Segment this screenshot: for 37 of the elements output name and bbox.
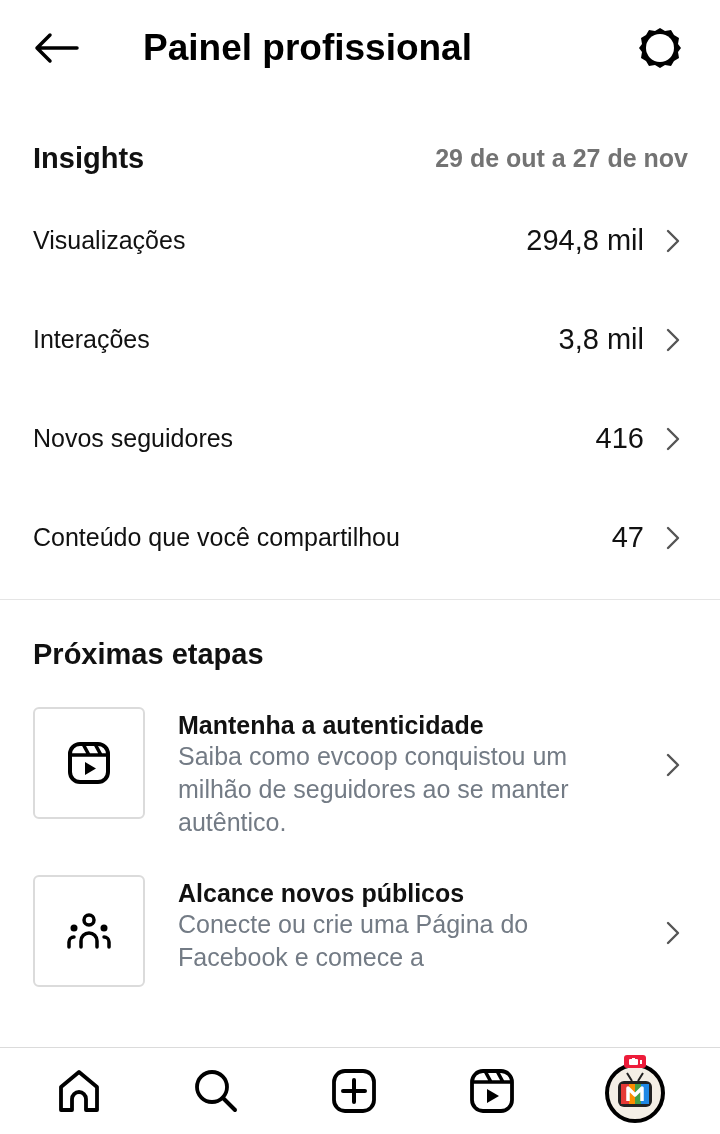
people-icon	[67, 911, 111, 951]
insight-label: Novos seguidores	[33, 424, 235, 453]
insight-value: 47	[611, 521, 644, 554]
step-card[interactable]: Alcance novos públicos Conecte ou crie uma Página do Facebook e comece a	[0, 875, 720, 987]
section-title: Próximas etapas	[32, 637, 265, 672]
nav-tab[interactable]	[467, 1067, 516, 1115]
reels-icon	[67, 741, 111, 785]
insight-row[interactable]: Conteúdo que você compartilhou 47	[0, 488, 720, 587]
nav-tab[interactable]	[330, 1067, 378, 1115]
insight-row[interactable]: Novos seguidores 416	[0, 389, 720, 488]
insight-label: Conteúdo que você compartilhou	[33, 523, 401, 552]
chevron-right-icon	[666, 327, 680, 352]
card-description: Conecte ou crie uma Página do Facebook e comece a	[178, 909, 530, 973]
insight-value: 294,8 mil	[526, 224, 644, 257]
profile-avatar	[605, 1063, 666, 1123]
insight-row[interactable]: Visualizações 294,8 mil	[0, 191, 720, 290]
insight-row[interactable]: Interações 3,8 mil	[0, 290, 720, 389]
chevron-right-icon	[666, 753, 680, 777]
chevron-right-icon	[666, 426, 680, 451]
insight-value: 416	[595, 422, 644, 455]
date-range[interactable]: 29 de out a 27 de nov	[435, 143, 688, 173]
section-title: Insights	[33, 141, 145, 175]
chevron-right-icon	[666, 228, 680, 253]
step-card[interactable]: Mantenha a autenticidade Saiba como evcoop conquistou um milhão de seguidores ao se manter autêntico.	[0, 707, 720, 839]
insight-label: Interações	[33, 325, 151, 354]
chevron-right-icon	[666, 525, 680, 550]
reels-icon	[467, 1067, 516, 1115]
card-title: Alcance novos públicos	[178, 879, 466, 908]
chevron-right-icon	[666, 921, 680, 945]
card-title: Mantenha a autenticidade	[178, 711, 485, 740]
camera-badge-icon	[624, 1055, 647, 1068]
insight-label: Visualizações	[33, 226, 187, 255]
create-icon	[330, 1067, 378, 1115]
back-arrow-icon[interactable]	[33, 31, 81, 64]
insight-value: 3,8 mil	[558, 323, 644, 356]
page-title: Painel profissional	[143, 26, 473, 69]
card-description: Saiba como evcoop conquistou um milhão de seguidores ao se manter autêntico.	[178, 741, 570, 838]
